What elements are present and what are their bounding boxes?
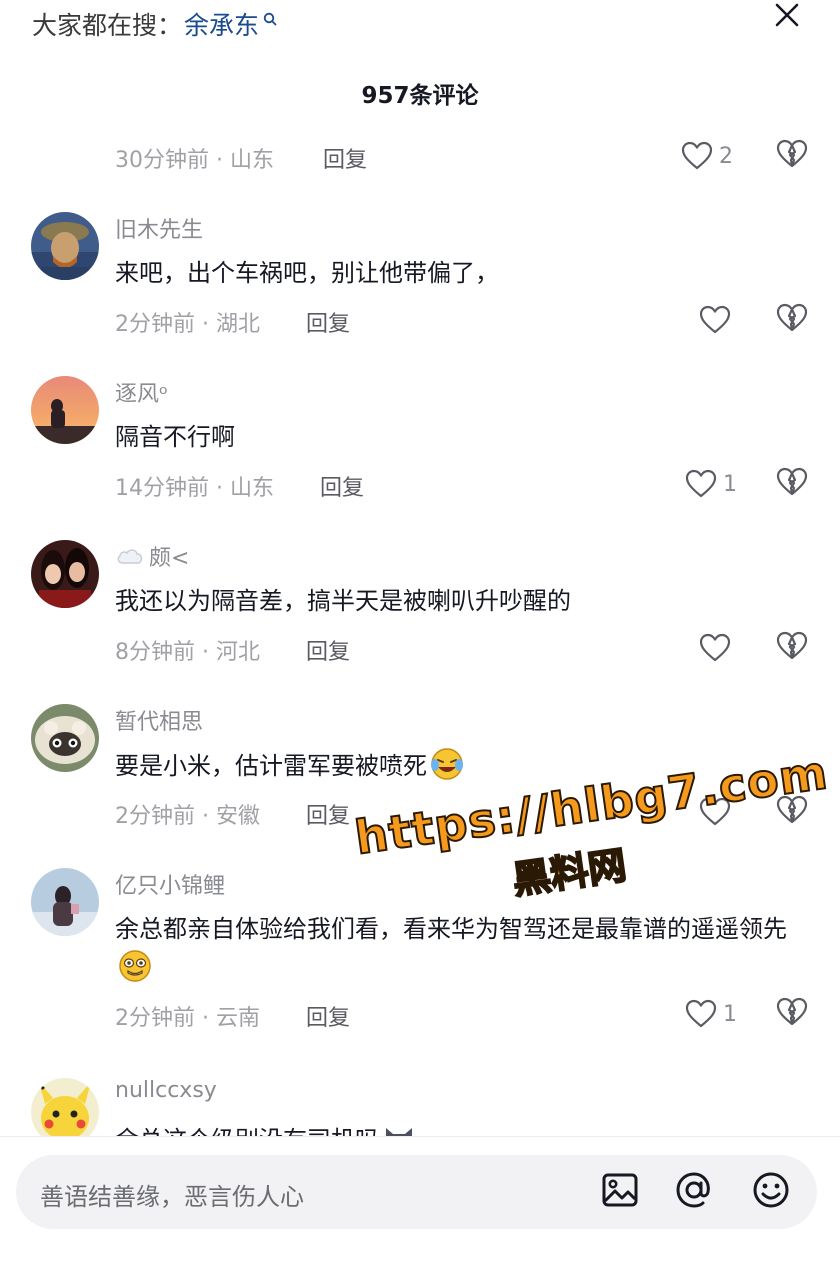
reply-button[interactable]: 回复 [306,1000,350,1032]
comment-text: 隔音不行啊 [115,423,235,451]
heart-icon [699,633,731,662]
like-count: 2 [719,143,733,169]
comment-list[interactable]: 30分钟前 · 山东 回复 2 旧木先生 来吧，出个车祸吧，别让他带偏了， 2分… [0,128,840,1136]
avatar[interactable] [31,868,99,936]
emoji-icon[interactable] [751,1170,791,1210]
comment-username[interactable]: nullccxsy [115,1078,217,1103]
comment-time-location: 2分钟前 · 云南 [115,1006,260,1031]
comment-meta-row: 30分钟前 · 山东 回复 2 [115,136,840,176]
like-button[interactable]: 1 [685,464,737,504]
heart-icon [685,999,717,1028]
comment-input-placeholder: 善语结善缘，恶言伤人心 [40,1183,304,1211]
heart-icon [685,469,717,498]
laughing-crying-emoji-icon [431,748,463,780]
comment-text: 我还以为隔音差，搞半天是被喇叭升吵醒的 [115,587,571,615]
close-icon[interactable] [770,0,804,34]
comment-text: 余总都亲自体验给我们看，看来华为智驾还是最靠谱的遥遥领先 [115,910,795,987]
like-count: 1 [723,1001,737,1027]
comment-text: 来吧，出个车祸吧，别让他带偏了， [115,259,499,287]
top-bar: 大家都在搜： 余承东 [0,0,840,50]
like-button[interactable]: 2 [681,136,733,176]
hot-search-keyword[interactable]: 余承东 [184,6,259,42]
comment-time-location: 14分钟前 · 山东 [115,476,274,501]
comment-text-body: 要是小米，估计雷军要被喷死 [115,752,427,780]
avatar[interactable] [31,540,99,608]
avatar[interactable] [31,1078,99,1136]
like-button[interactable] [699,792,737,832]
hot-search-label: 大家都在搜： [32,11,183,40]
reply-button[interactable]: 回复 [323,142,367,174]
broken-heart-icon[interactable] [776,467,808,497]
avatar[interactable] [31,212,99,280]
image-icon[interactable] [600,1170,640,1210]
reply-button[interactable]: 回复 [320,470,364,502]
avatar[interactable] [31,376,99,444]
comment-text-body: 余总都亲自体验给我们看，看来华为智驾还是最靠谱的遥遥领先 [115,915,787,943]
heart-icon [699,305,731,334]
like-button[interactable] [699,300,737,340]
search-icon [263,12,277,26]
comment-meta-row: 2分钟前 · 安徽 回复 [115,792,840,832]
at-icon[interactable] [674,1170,714,1210]
comment-username-text: 颇< [149,546,190,571]
comment-input-bar: 善语结善缘，恶言伤人心 [0,1136,840,1280]
comment-username[interactable]: 逐风ᵒ [115,376,168,408]
broken-heart-icon[interactable] [776,795,808,825]
comment-count-title: 957条评论 [361,83,479,109]
reply-button[interactable]: 回复 [306,634,350,666]
like-count: 1 [723,471,737,497]
broken-heart-icon[interactable] [776,631,808,661]
like-button[interactable]: 1 [685,994,737,1034]
comment-meta-row: 8分钟前 · 河北 回复 [115,628,840,668]
broken-heart-icon[interactable] [776,997,808,1027]
comment-meta-row: 2分钟前 · 云南 回复 1 [115,994,840,1034]
reply-button[interactable]: 回复 [306,798,350,830]
comment-input[interactable]: 善语结善缘，恶言伤人心 [16,1155,817,1229]
comment-meta-row: 2分钟前 · 湖北 回复 [115,300,840,340]
cat-emoji-icon [386,1128,412,1136]
comment-meta-row: 14分钟前 · 山东 回复 1 [115,464,840,504]
comment-username[interactable]: 旧木先生 [115,212,203,244]
comment-time-location: 8分钟前 · 河北 [115,640,260,665]
comment-username[interactable]: 暂代相思 [115,704,203,736]
heart-icon [699,797,731,826]
broken-heart-icon[interactable] [776,303,808,333]
comment-username[interactable]: 颇< [115,540,189,572]
reply-button[interactable]: 回复 [306,306,350,338]
hot-search[interactable]: 大家都在搜： 余承东 [32,6,277,42]
comment-time-location: 30分钟前 · 山东 [115,148,274,173]
broken-heart-icon[interactable] [776,139,808,169]
comment-text-body: 余总这个级别没有司机吗 [115,1126,379,1136]
grinning-emoji-icon [119,950,151,982]
comment-time-location: 2分钟前 · 安徽 [115,804,260,829]
avatar[interactable] [31,704,99,772]
comment-time-location: 2分钟前 · 湖北 [115,312,260,337]
comment-text: 余总这个级别没有司机吗 [115,1120,795,1136]
comment-text: 要是小米，估计雷军要被喷死 [115,746,795,785]
like-button[interactable] [699,628,737,668]
heart-icon [681,141,713,170]
comment-username[interactable]: 亿只小锦鲤 [115,868,225,900]
cloud-icon [117,549,143,564]
